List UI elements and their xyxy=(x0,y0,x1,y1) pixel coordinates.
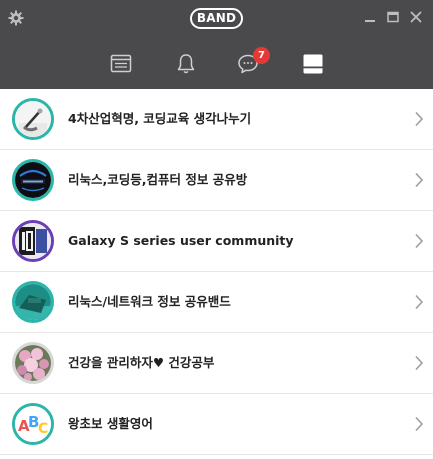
band-item[interactable]: 4차산업혁명, 코딩교육 생각나누기 xyxy=(0,89,433,150)
svg-text:C: C xyxy=(38,421,48,437)
band-item[interactable]: 건강을 관리하자♥ 건강공부 xyxy=(0,333,433,394)
band-item[interactable]: Galaxy S series user community xyxy=(0,211,433,272)
title-bar: BAND xyxy=(0,0,433,38)
band-item[interactable]: A B C 왕초보 생활영어 xyxy=(0,394,433,455)
band-logo: BAND xyxy=(190,8,243,29)
band-item[interactable]: 리눅스,코딩등,컴퓨터 정보 공유방 xyxy=(0,150,433,211)
gear-icon[interactable] xyxy=(8,10,24,26)
band-name: 리눅스/네트워크 정보 공유밴드 xyxy=(68,294,231,309)
chevron-right-icon xyxy=(415,355,424,371)
bands-icon[interactable] xyxy=(301,52,325,76)
chat-unread-badge: 7 xyxy=(253,47,270,64)
nav-bar: 7 xyxy=(0,38,433,89)
band-avatar: A B C xyxy=(12,403,54,445)
band-name: Galaxy S series user community xyxy=(68,233,294,248)
band-avatar xyxy=(12,98,54,140)
band-avatar xyxy=(12,281,54,323)
chevron-right-icon xyxy=(415,416,424,432)
close-icon[interactable] xyxy=(408,9,424,25)
band-item[interactable]: 리눅스/네트워크 정보 공유밴드 xyxy=(0,272,433,333)
maximize-icon[interactable] xyxy=(385,9,401,25)
chevron-right-icon xyxy=(415,294,424,310)
band-name: 왕초보 생활영어 xyxy=(68,416,153,431)
band-name: 4차산업혁명, 코딩교육 생각나누기 xyxy=(68,111,252,126)
feed-icon[interactable] xyxy=(109,52,133,76)
band-list: 4차산업혁명, 코딩교육 생각나누기 리눅스,코딩등,컴퓨터 정보 공유방 Ga… xyxy=(0,89,433,459)
chevron-right-icon xyxy=(415,172,424,188)
band-avatar xyxy=(12,159,54,201)
band-name: 리눅스,코딩등,컴퓨터 정보 공유방 xyxy=(68,172,248,187)
bell-icon[interactable] xyxy=(174,52,198,76)
minimize-icon[interactable] xyxy=(362,9,378,25)
band-name: 건강을 관리하자♥ 건강공부 xyxy=(68,355,215,370)
band-avatar xyxy=(12,220,54,262)
band-avatar xyxy=(12,342,54,384)
chevron-right-icon xyxy=(415,111,424,127)
chevron-right-icon xyxy=(415,233,424,249)
